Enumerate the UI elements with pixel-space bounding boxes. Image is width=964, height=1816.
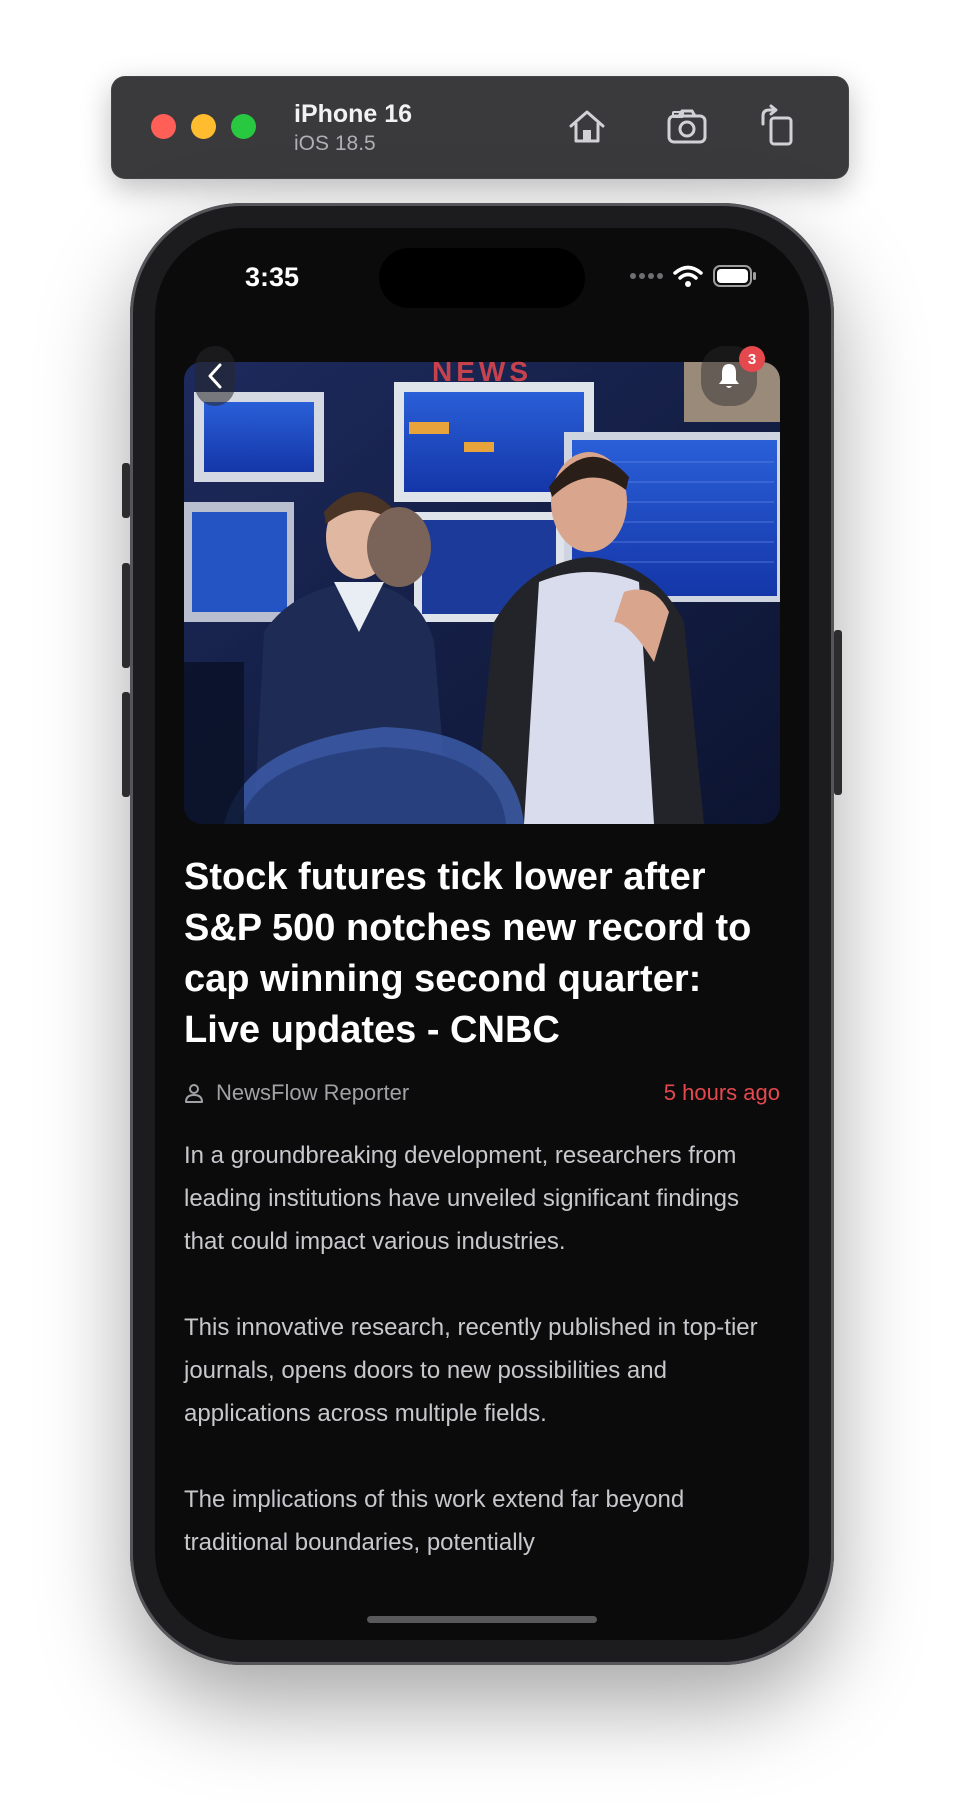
- home-indicator[interactable]: [367, 1616, 597, 1623]
- published-time: 5 hours ago: [663, 1080, 780, 1105]
- author-name: NewsFlow Reporter: [216, 1080, 410, 1105]
- volume-down-button: [122, 692, 130, 797]
- rotate-icon[interactable]: [755, 104, 799, 148]
- dynamic-island: [379, 248, 585, 308]
- close-window-button[interactable]: [151, 114, 176, 139]
- bell-icon: [719, 364, 739, 388]
- article-meta: NewsFlow Reporter 5 hours ago: [184, 1078, 780, 1108]
- phone-screen: 3:35 NEWS 3 Stock futures tick lower aft…: [155, 228, 809, 1640]
- article-body: In a groundbreaking development, researc…: [184, 1134, 784, 1607]
- status-time: 3:35: [245, 262, 300, 292]
- volume-up-button: [122, 563, 130, 668]
- status-indicators: [629, 264, 757, 288]
- zoom-window-button[interactable]: [231, 114, 256, 139]
- article-author: NewsFlow Reporter: [184, 1080, 409, 1106]
- screenshot-icon[interactable]: [665, 104, 709, 148]
- power-button: [834, 630, 842, 795]
- notification-badge: 3: [739, 346, 765, 372]
- wifi-icon: [673, 265, 703, 287]
- simulator-toolbar: [111, 76, 849, 179]
- minimize-window-button[interactable]: [191, 114, 216, 139]
- battery-icon: [713, 265, 756, 287]
- device-name: iPhone 16: [294, 100, 413, 128]
- action-button: [122, 463, 130, 518]
- user-icon: [185, 1084, 203, 1103]
- article-title: Stock futures tick lower after S&P 500 n…: [184, 856, 752, 1051]
- article-hero-image: [184, 362, 780, 824]
- article-paragraph: This innovative research, recently publi…: [184, 1314, 758, 1427]
- article-paragraph: The implications of this work extend far…: [184, 1486, 685, 1556]
- home-icon[interactable]: [565, 104, 609, 148]
- article-paragraph: In a groundbreaking development, researc…: [184, 1142, 740, 1255]
- signal-icon: [630, 273, 663, 279]
- device-os: iOS 18.5: [294, 132, 376, 155]
